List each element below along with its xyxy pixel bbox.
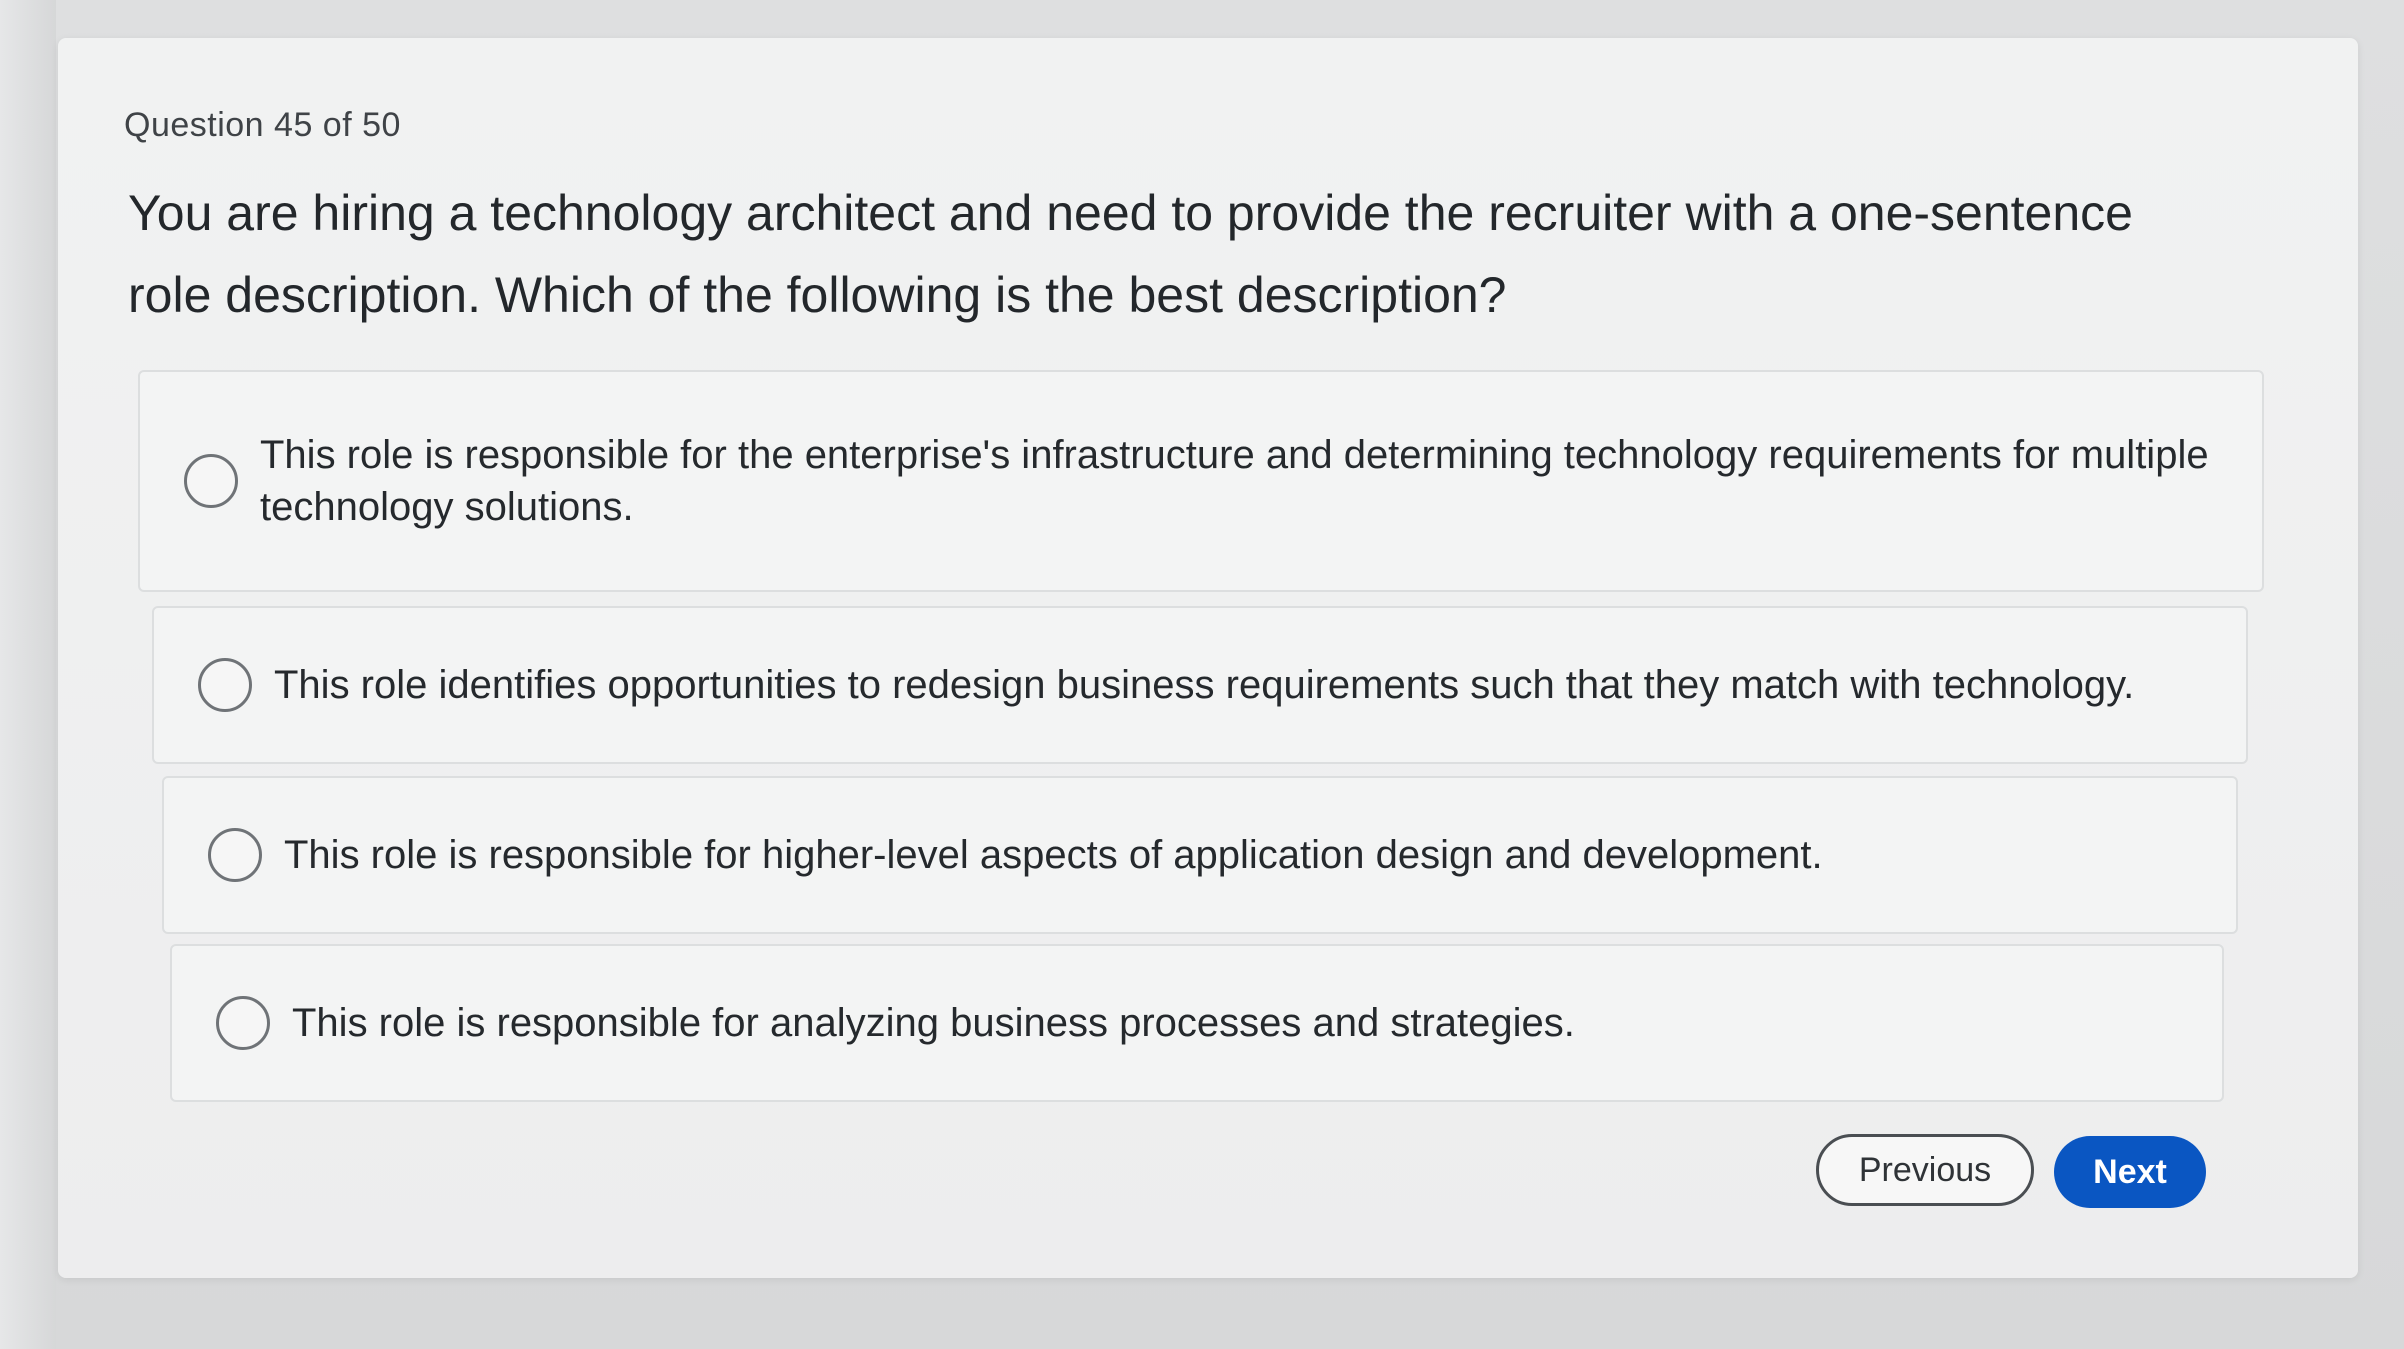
radio-button-icon[interactable] <box>184 454 238 508</box>
answer-option-2[interactable]: This role identifies opportunities to re… <box>152 606 2248 764</box>
radio-button-icon[interactable] <box>216 996 270 1050</box>
background-strip <box>0 0 56 1349</box>
radio-button-icon[interactable] <box>208 828 262 882</box>
answer-option-label: This role is responsible for higher-leve… <box>284 833 1823 877</box>
question-text: You are hiring a technology architect an… <box>128 185 2133 323</box>
answer-option-3[interactable]: This role is responsible for higher-leve… <box>162 776 2238 934</box>
answer-option-4[interactable]: This role is responsible for analyzing b… <box>170 944 2224 1102</box>
question-counter: Question 45 of 50 <box>124 106 401 144</box>
next-button[interactable]: Next <box>2054 1136 2206 1208</box>
answer-option-label: This role is responsible for analyzing b… <box>292 1001 1575 1045</box>
previous-button[interactable]: Previous <box>1816 1134 2034 1206</box>
answer-option-label: This role identifies opportunities to re… <box>274 663 2135 707</box>
answer-option-1[interactable]: This role is responsible for the enterpr… <box>138 370 2264 592</box>
radio-button-icon[interactable] <box>198 658 252 712</box>
answer-option-label: This role is responsible for the enterpr… <box>260 433 2209 529</box>
